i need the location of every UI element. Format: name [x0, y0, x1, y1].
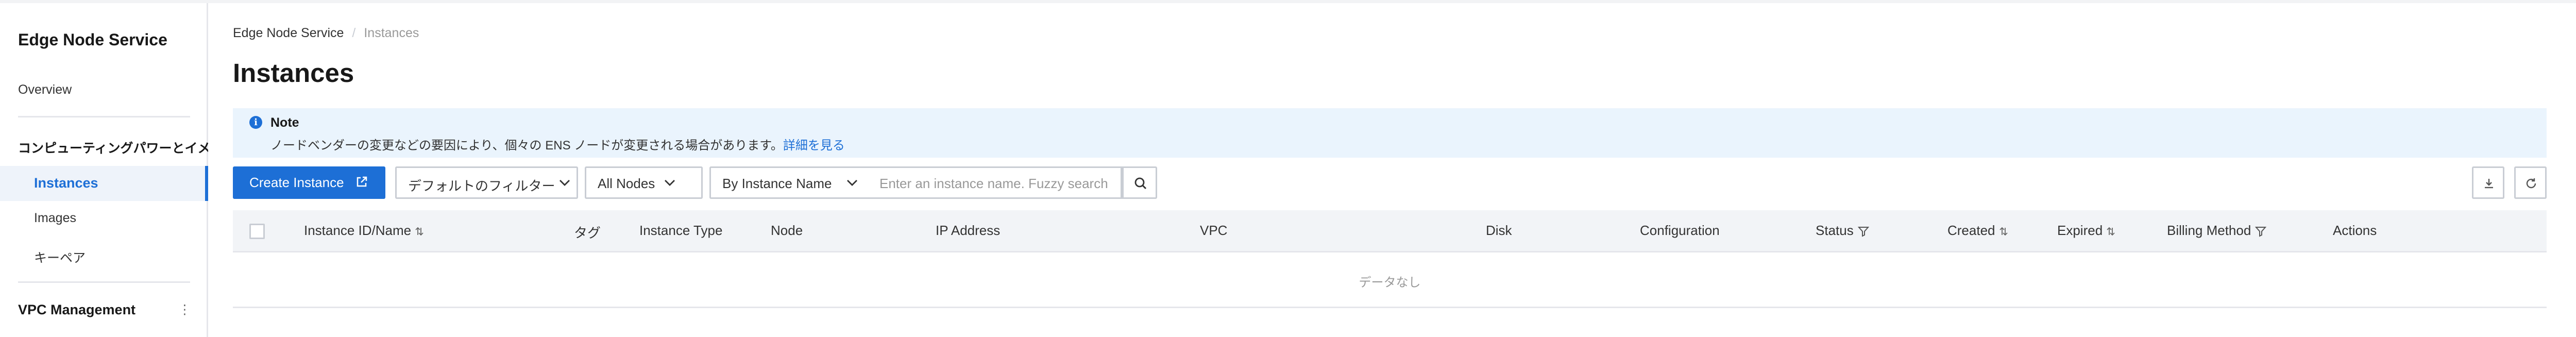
column-header: タグ [574, 225, 601, 241]
column-header: VPC [1200, 223, 1228, 238]
breadcrumb-root[interactable]: Edge Node Service [233, 26, 344, 40]
sidebar-item-label: Instances [34, 175, 98, 191]
chevron-down-icon [560, 180, 570, 186]
column-header[interactable]: Status [1816, 223, 1869, 239]
refresh-button[interactable] [2514, 166, 2547, 199]
filter-icon[interactable] [2255, 226, 2267, 237]
column-header: Node [771, 223, 803, 238]
sidebar-item-vpc-management[interactable]: VPC Management [18, 302, 135, 318]
search-input[interactable] [879, 175, 1114, 192]
sort-icon[interactable] [1999, 226, 2008, 237]
breadcrumb: Edge Node Service / Instances [233, 26, 419, 41]
learn-more-link[interactable]: 詳細を見る [783, 139, 845, 153]
all-nodes-label: All Nodes [598, 176, 655, 191]
filter-icon[interactable] [1857, 226, 1869, 237]
column-label: Status [1816, 223, 1854, 238]
sort-icon[interactable] [2107, 226, 2115, 237]
page-title: Instances [233, 58, 354, 88]
download-button[interactable] [2472, 166, 2504, 199]
breadcrumb-separator: / [352, 26, 356, 40]
search-icon [1134, 177, 1147, 190]
column-label: Instance ID/Name [304, 223, 412, 238]
refresh-icon [2526, 178, 2536, 189]
select-all-checkbox[interactable] [249, 224, 265, 239]
sidebar-group-compute[interactable]: コンピューティングパワーとイメ- [18, 138, 208, 157]
column-header: Instance Type [639, 223, 723, 238]
sort-icon[interactable] [415, 226, 423, 237]
sidebar-divider [18, 116, 190, 117]
note-title: Note [270, 115, 299, 130]
column-header: Actions [2333, 223, 2377, 238]
table-header: Instance ID/Name タグ Instance Type Node I… [233, 210, 2547, 252]
sidebar-item-images[interactable]: Images [34, 211, 76, 226]
column-header: IP Address [936, 223, 1001, 238]
empty-text: データなし [1359, 276, 1421, 290]
column-header: Configuration [1640, 223, 1720, 238]
sidebar-item-overview[interactable]: Overview [18, 82, 72, 97]
empty-state: データなし [233, 252, 2547, 308]
toolbar: Create Instance デフォルトのフィルター All Nodes By… [233, 166, 2547, 199]
column-header[interactable]: Instance ID/Name [304, 223, 423, 239]
column-header: Disk [1486, 223, 1512, 238]
default-filter-dropdown[interactable]: デフォルトのフィルター [395, 166, 578, 199]
search-box [868, 166, 1122, 199]
note-message: ノードベンダーの変更などの要因により、個々の ENS ノードが変更される場合があ… [270, 139, 783, 153]
sidebar-item-instances[interactable]: Instances [0, 166, 208, 201]
chevron-down-icon [847, 180, 857, 186]
column-header[interactable]: Billing Method [2167, 223, 2267, 239]
create-instance-label: Create Instance [249, 175, 344, 190]
search-type-dropdown[interactable]: By Instance Name [709, 166, 870, 199]
more-menu-icon[interactable]: ⋮ [178, 302, 191, 317]
column-header[interactable]: Created [1947, 223, 2008, 239]
create-instance-button[interactable]: Create Instance [233, 166, 385, 199]
default-filter-label: デフォルトのフィルター [408, 178, 555, 194]
search-type-label: By Instance Name [722, 176, 832, 191]
top-bar [0, 0, 2576, 3]
sidebar-title: Edge Node Service [18, 30, 167, 49]
sidebar-item-keypair[interactable]: キーペア [34, 248, 86, 266]
column-label: Billing Method [2167, 223, 2251, 238]
info-icon: i [249, 116, 262, 129]
external-link-icon [357, 176, 367, 187]
sidebar-divider [18, 281, 190, 283]
column-label: Created [1947, 223, 1995, 238]
breadcrumb-current: Instances [364, 26, 419, 40]
column-header[interactable]: Expired [2057, 223, 2115, 239]
search-button[interactable] [1122, 166, 1157, 199]
note-text: ノードベンダーの変更などの要因により、個々の ENS ノードが変更される場合があ… [270, 135, 845, 153]
sidebar: Edge Node Service Overview コンピューティングパワーと… [0, 3, 208, 337]
download-icon [2485, 179, 2493, 189]
column-label: Expired [2057, 223, 2103, 238]
note-banner: i Note ノードベンダーの変更などの要因により、個々の ENS ノードが変更… [233, 108, 2547, 158]
chevron-down-icon [665, 180, 675, 186]
all-nodes-dropdown[interactable]: All Nodes [585, 166, 703, 199]
